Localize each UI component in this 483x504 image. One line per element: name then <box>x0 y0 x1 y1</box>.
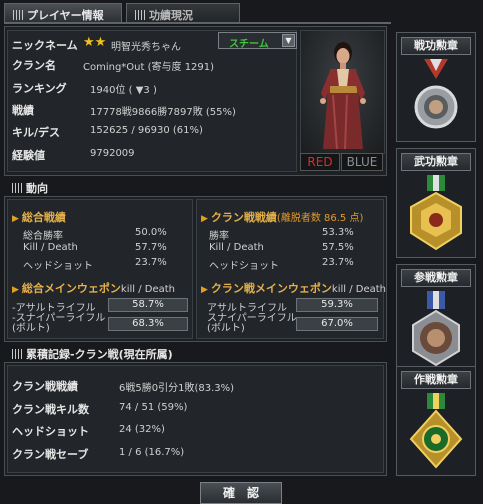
avatar <box>300 30 385 154</box>
clan-value-winrate: 53.3% <box>322 227 354 238</box>
overall-weapon-title: ▶ 総合メインウェポンkill / Death <box>12 280 175 296</box>
clan-record-title: ▶ クラン戦戦績(離脱者数 86.5 点) <box>201 209 363 225</box>
rank-stars: ★★ <box>83 35 107 50</box>
clan-weapon-assault-label: アサルトライフル <box>207 303 287 314</box>
overall-weapon-label: 総合メインウェポン <box>21 282 121 295</box>
profile-value-exp: 9792009 <box>90 148 135 159</box>
clan-weapon-sub: kill / Death <box>331 284 387 295</box>
section-bars-icon <box>12 349 22 359</box>
tab-bars-icon <box>13 10 23 20</box>
record-label-clan-record: クラン戦戦績 <box>12 380 78 393</box>
record-value-clan-save: 1 / 6 (16.7%) <box>119 447 185 458</box>
chevron-down-icon[interactable]: ▼ <box>282 34 295 47</box>
arrow-right-icon: ▶ <box>201 285 208 295</box>
medal-title: 武功勲章 <box>401 153 471 171</box>
clan-record-note: (離脱者数 86.5 点) <box>276 213 364 224</box>
gold-medal-icon <box>410 175 462 251</box>
medal-title: 参戦勲章 <box>401 269 471 287</box>
tab-label: プレイヤー情報 <box>27 9 104 22</box>
record-header: 累積記録-クラン戦(現在所属) <box>4 345 387 361</box>
arrow-right-icon: ▶ <box>12 214 19 224</box>
record-title: 累積記録-クラン戦(現在所属) <box>26 348 173 361</box>
profile-value-record: 17778戦9866勝7897敗 (55%) <box>90 107 236 118</box>
clan-weapon-title: ▶ クラン戦メインウェポンkill / Death <box>201 280 386 296</box>
clan-value-hs: 23.7% <box>322 257 354 268</box>
medal-card-military-merit: 武功勲章 <box>396 148 476 258</box>
clan-value-kd: 57.5% <box>322 242 354 253</box>
overall-label-kd: Kill / Death <box>23 242 78 253</box>
profile-label-kd: キル/デス <box>12 126 61 139</box>
trend-header: 動向 <box>4 179 387 195</box>
server-select[interactable]: スチーム ▼ <box>218 32 297 50</box>
arrow-right-icon: ▶ <box>201 214 208 224</box>
overall-record-title: ▶ 総合戦績 <box>12 209 66 225</box>
character-figure-icon <box>320 42 366 150</box>
tab-player-info[interactable]: プレイヤー情報 <box>4 3 122 23</box>
clan-label-hs: ヘッドショット <box>209 261 279 272</box>
team-blue-button[interactable]: BLUE <box>341 153 383 171</box>
tab-bars-icon <box>135 10 145 20</box>
overall-value-kd: 57.7% <box>135 242 167 253</box>
trend-title: 動向 <box>26 182 48 195</box>
overall-weapon-sub: kill / Death <box>120 284 176 295</box>
clan-record-label: クラン戦戦績 <box>210 211 277 224</box>
overall-weapon-assault-label: -アサルトライフル <box>12 303 96 314</box>
profile-label-clan: クラン名 <box>12 59 56 72</box>
tab-achievements[interactable]: 功績現況 <box>126 3 240 23</box>
overall-value-hs: 23.7% <box>135 257 167 268</box>
clan-weapon-assault-bar: 59.3% <box>296 298 378 312</box>
medal-card-participation: 参戦勲章 <box>396 264 476 376</box>
silver-medal-icon <box>414 59 458 129</box>
profile-value-nickname: 明智光秀ちゃん <box>111 42 181 53</box>
bronze-medal-icon <box>412 291 460 367</box>
record-label-clan-kills: クラン戦キル数 <box>12 403 89 416</box>
medal-card-operation: 作戦勲章 <box>396 366 476 476</box>
profile-value-ranking: 1940位 ( ▼3 ) <box>90 85 157 96</box>
profile-label-nickname: ニックネーム <box>12 39 78 52</box>
server-select-value: スチーム <box>229 39 269 50</box>
profile-label-record: 戦績 <box>12 104 34 117</box>
section-bars-icon <box>12 183 22 193</box>
clan-label-winrate: 勝率 <box>209 231 229 242</box>
tab-underline <box>4 22 391 24</box>
record-value-headshot: 24 (32%) <box>119 424 165 435</box>
profile-label-ranking: ランキング <box>12 82 67 95</box>
overall-weapon-sniper-bar: 68.3% <box>108 317 188 331</box>
clan-weapon-sniper-label: スナイパーライフル (ボルト) <box>207 313 297 334</box>
clan-weapon-label: クラン戦メインウェポン <box>210 282 332 295</box>
overall-weapon-sniper-label: -スナイパーライフル (ボルト) <box>12 313 106 334</box>
record-value-clan-record: 6戦5勝0引分1敗(83.3%) <box>119 383 235 394</box>
clan-weapon-sniper-bar: 67.0% <box>296 317 378 331</box>
overall-label-winrate: 総合勝率 <box>23 231 63 242</box>
record-label-clan-save: クラン戦セーブ <box>12 448 89 461</box>
tab-label: 功績現況 <box>149 9 193 22</box>
overall-weapon-assault-bar: 58.7% <box>108 298 188 312</box>
profile-value-clan: Coming*Out (寄与度 1291) <box>83 62 215 73</box>
profile-label-exp: 経験値 <box>12 149 45 162</box>
operation-medal-icon <box>409 393 463 469</box>
record-value-clan-kills: 74 / 51 (59%) <box>119 402 188 413</box>
overall-value-winrate: 50.0% <box>135 227 167 238</box>
team-red-button[interactable]: RED <box>300 153 340 171</box>
overall-label-hs: ヘッドショット <box>23 261 93 272</box>
clan-label-kd: Kill / Death <box>209 242 264 253</box>
medal-title: 作戦勲章 <box>401 371 471 389</box>
profile-value-kd: 152625 / 96930 (61%) <box>90 125 203 136</box>
arrow-right-icon: ▶ <box>12 285 19 295</box>
overall-record-label: 総合戦績 <box>21 211 66 224</box>
record-label-headshot: ヘッドショット <box>12 425 89 438</box>
medal-card-combat-merit: 戦功勲章 <box>396 32 476 142</box>
medal-title: 戦功勲章 <box>401 37 471 55</box>
confirm-button[interactable]: 確 認 <box>200 482 282 504</box>
